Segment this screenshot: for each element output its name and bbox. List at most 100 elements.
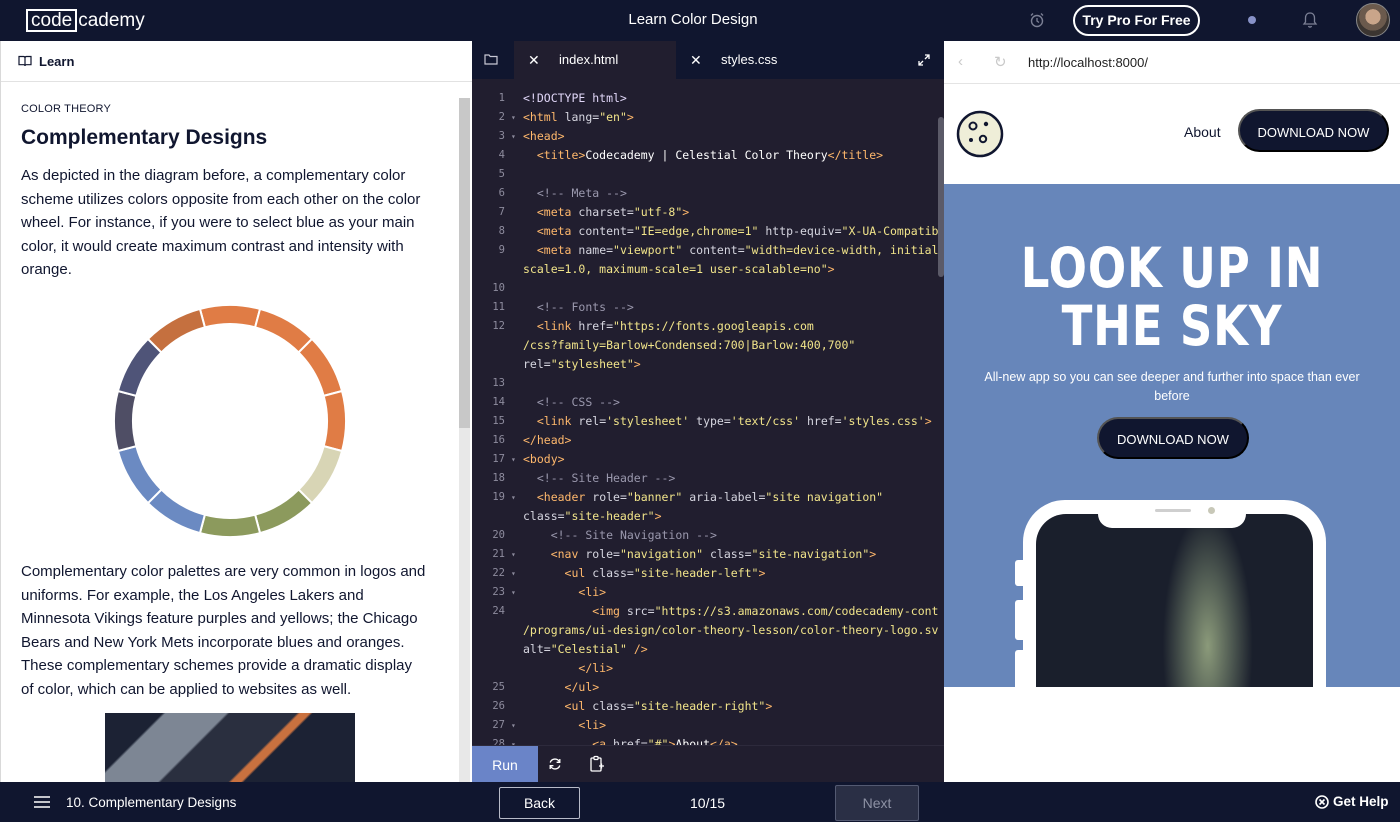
color-wheel-segment bbox=[198, 513, 262, 538]
phone-side-button bbox=[1015, 650, 1023, 687]
code-editor: ✕ index.html ✕ styles.css 1 <!DOCTYPE htm… bbox=[472, 41, 944, 783]
url-field[interactable]: http://localhost:8000/ bbox=[1028, 55, 1148, 70]
fold-arrow-icon[interactable]: ▾ bbox=[511, 735, 516, 745]
line-number: 17 bbox=[492, 453, 505, 465]
line-number: 4 bbox=[498, 149, 505, 161]
celestial-logo-icon[interactable] bbox=[956, 110, 1004, 158]
line-number: 21 bbox=[492, 548, 505, 560]
color-wheel-segment bbox=[113, 389, 138, 453]
tab-label: index.html bbox=[559, 52, 619, 67]
fold-arrow-icon[interactable]: ▾ bbox=[511, 108, 516, 127]
line-number: 10 bbox=[492, 282, 505, 294]
code-text: scale=1.0, maximum-scale=1 user-scalable… bbox=[523, 262, 835, 276]
folder-icon[interactable] bbox=[484, 53, 498, 65]
lesson-content[interactable]: COLOR THEORY Complementary Designs As de… bbox=[1, 82, 473, 782]
code-text: </ul> bbox=[564, 680, 600, 694]
code-text: <a href="#">About</a> bbox=[592, 737, 738, 745]
code-text: </li> bbox=[578, 661, 614, 675]
line-number: 28 bbox=[492, 738, 505, 745]
download-now-hero-button[interactable]: DOWNLOAD NOW bbox=[1097, 417, 1249, 459]
color-wheel-segment bbox=[146, 307, 207, 354]
code-text: <!-- Site Header --> bbox=[536, 471, 676, 485]
code-text: alt="Celestial" /> bbox=[523, 642, 648, 656]
code-text: /css?family=Barlow+Condensed:700|Barlow:… bbox=[523, 338, 856, 352]
line-number: 9 bbox=[498, 244, 505, 256]
milky-way-image bbox=[1036, 514, 1313, 687]
fold-arrow-icon[interactable]: ▾ bbox=[511, 488, 516, 507]
code-area[interactable]: 1 <!DOCTYPE html> 2 ▾ <html lang="en"> 3 ▾ <hea… bbox=[472, 89, 938, 745]
code-text: <header role="banner" aria-label="site n… bbox=[536, 490, 884, 504]
tab-styles-css[interactable]: ✕ styles.css bbox=[676, 41, 906, 79]
code-text: <title>Codecademy | Celestial Color Theo… bbox=[536, 148, 884, 162]
clipboard-icon[interactable] bbox=[589, 755, 605, 773]
code-text: <img src="https://s3.amazonaws.com/codec… bbox=[592, 604, 938, 618]
learn-scrollbar[interactable] bbox=[459, 98, 470, 782]
refresh-icon[interactable] bbox=[548, 757, 562, 771]
code-text: <head> bbox=[523, 129, 565, 143]
code-text: <meta name="viewport" content="width=dev… bbox=[536, 243, 938, 257]
user-avatar[interactable] bbox=[1356, 3, 1390, 37]
color-wheel-segment bbox=[116, 337, 163, 398]
menu-icon[interactable] bbox=[34, 796, 50, 808]
fold-arrow-icon[interactable]: ▾ bbox=[511, 564, 516, 583]
line-number: 25 bbox=[492, 681, 505, 693]
lesson-name[interactable]: 10. Complementary Designs bbox=[66, 795, 236, 810]
notification-dot-icon[interactable] bbox=[1248, 16, 1256, 24]
code-text: <meta charset="utf-8"> bbox=[536, 205, 690, 219]
hero-section: LOOK UP IN THE SKY All-new app so you ca… bbox=[944, 184, 1400, 687]
learn-header-label: Learn bbox=[39, 53, 75, 69]
alarm-clock-icon[interactable] bbox=[1029, 12, 1045, 28]
fold-arrow-icon[interactable]: ▾ bbox=[511, 716, 516, 735]
next-button[interactable]: Next bbox=[835, 785, 919, 821]
line-number: 26 bbox=[492, 700, 505, 712]
color-wheel-segment bbox=[253, 488, 314, 535]
bottom-bar: 10. Complementary Designs Back 10/15 Nex… bbox=[0, 782, 1400, 822]
try-pro-button[interactable]: Try Pro For Free bbox=[1073, 5, 1200, 36]
line-number: 14 bbox=[492, 396, 505, 408]
close-tab-icon[interactable]: ✕ bbox=[690, 41, 702, 79]
line-number: 1 bbox=[498, 92, 505, 104]
help-icon bbox=[1315, 794, 1329, 809]
line-number: 22 bbox=[492, 567, 505, 579]
run-button[interactable]: Run bbox=[472, 746, 538, 783]
fold-arrow-icon[interactable]: ▾ bbox=[511, 127, 516, 146]
get-help-button[interactable]: Get Help bbox=[1315, 794, 1389, 809]
line-number: 15 bbox=[492, 415, 505, 427]
code-text: <li> bbox=[578, 585, 607, 599]
address-bar: ‹ ↻ http://localhost:8000/ bbox=[944, 41, 1400, 84]
code-text: <li> bbox=[578, 718, 607, 732]
expand-icon[interactable] bbox=[918, 54, 930, 66]
phone-speaker bbox=[1155, 509, 1191, 512]
tab-index-html[interactable]: ✕ index.html bbox=[514, 41, 676, 79]
site-header: About DOWNLOAD NOW bbox=[944, 84, 1400, 184]
code-text: <link rel='stylesheet' type='text/css' h… bbox=[536, 414, 932, 428]
top-bar: code cademy Learn Color Design Try Pro F… bbox=[0, 0, 1400, 41]
fold-arrow-icon[interactable]: ▾ bbox=[511, 583, 516, 602]
phone-camera bbox=[1208, 507, 1215, 514]
tab-label: styles.css bbox=[721, 52, 778, 67]
close-tab-icon[interactable]: ✕ bbox=[528, 41, 540, 79]
back-button[interactable]: Back bbox=[499, 787, 580, 819]
code-text: <ul class="site-header-left"> bbox=[564, 566, 766, 580]
about-link[interactable]: About bbox=[1184, 124, 1221, 140]
line-number: 20 bbox=[492, 529, 505, 541]
color-wheel-segment bbox=[297, 444, 344, 505]
code-text: <!-- CSS --> bbox=[536, 395, 620, 409]
line-number: 19 bbox=[492, 491, 505, 503]
code-text: <meta content="IE=edge,chrome=1" http-eq… bbox=[536, 224, 938, 238]
learn-panel-header: Learn bbox=[1, 41, 472, 82]
code-text: <body> bbox=[523, 452, 565, 466]
line-number: 13 bbox=[492, 377, 505, 389]
download-now-header-button[interactable]: DOWNLOAD NOW bbox=[1238, 109, 1389, 152]
back-arrow-icon[interactable]: ‹ bbox=[958, 53, 963, 70]
bell-icon[interactable] bbox=[1302, 11, 1318, 29]
book-icon bbox=[18, 55, 32, 67]
fold-arrow-icon[interactable]: ▾ bbox=[511, 450, 516, 469]
code-text: <!DOCTYPE html> bbox=[523, 91, 627, 105]
line-number: 6 bbox=[498, 187, 505, 199]
learn-scrollbar-thumb[interactable] bbox=[459, 98, 470, 428]
lesson-title: Complementary Designs bbox=[21, 126, 268, 149]
reload-icon[interactable]: ↻ bbox=[994, 53, 1007, 71]
code-text: <ul class="site-header-right"> bbox=[564, 699, 773, 713]
fold-arrow-icon[interactable]: ▾ bbox=[511, 545, 516, 564]
